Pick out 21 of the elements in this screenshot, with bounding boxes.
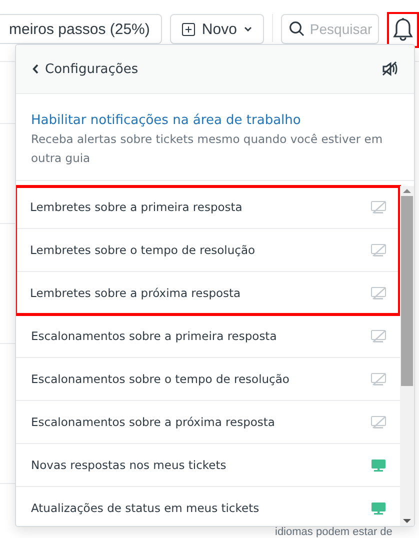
article-text: idiomas podem estar de	[275, 526, 392, 538]
new-button[interactable]: Novo	[170, 14, 264, 44]
setting-label: Atualizações de status em meus tickets	[31, 501, 260, 515]
search-field[interactable]: Pesquisar	[280, 14, 379, 44]
notification-setting-row[interactable]: Lembretes sobre o tempo de resolução	[16, 229, 400, 272]
notification-setting-row[interactable]: Escalonamentos sobre a próxima resposta	[16, 401, 400, 444]
notification-setting-row[interactable]: Escalonamentos sobre o tempo de resolução	[16, 358, 400, 401]
setting-label: Lembretes sobre a próxima resposta	[30, 286, 241, 300]
setting-label: Lembretes sobre o tempo de resolução	[30, 243, 256, 257]
setting-label: Novas respostas nos meus tickets	[31, 458, 226, 472]
onboarding-progress-button[interactable]: meiros passos (25%)	[0, 14, 162, 44]
setting-label: Escalonamentos sobre a primeira resposta	[31, 329, 277, 343]
back-link[interactable]: Configurações	[32, 62, 138, 76]
notification-setting-row[interactable]: Escalonamentos sobre a primeira resposta	[16, 315, 400, 358]
description-text: Receba alertas sobre tickets mesmo quando você estiver em outra guia	[31, 131, 384, 167]
setting-label: Escalonamentos sobre o tempo de resolução	[31, 372, 290, 386]
notification-setting-row[interactable]: Novas respostas nos meus tickets	[16, 444, 400, 487]
enable-desktop-notifications-link[interactable]: Habilitar notificações na área de trabalho	[31, 113, 399, 128]
notification-setting-row[interactable]: Lembretes sobre a primeira resposta	[16, 186, 400, 229]
setting-label: Lembretes sobre a primeira resposta	[30, 200, 242, 214]
setting-label: Escalonamentos sobre a próxima resposta	[31, 415, 275, 429]
